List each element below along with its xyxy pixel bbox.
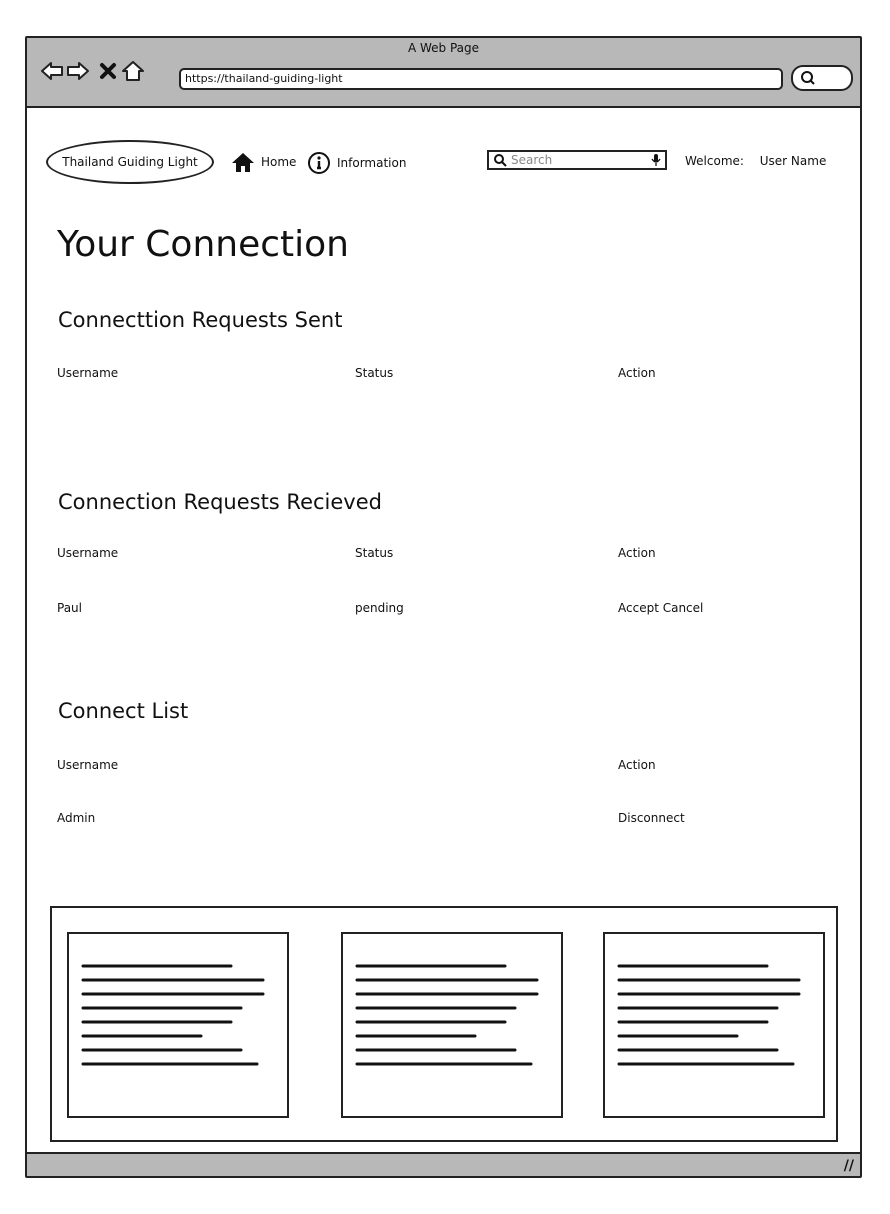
- received-col-status: Status: [355, 546, 394, 560]
- footer-card: [67, 932, 289, 1118]
- nav-home[interactable]: Home: [231, 151, 296, 173]
- placeholder-text-scribble: [617, 964, 801, 1066]
- footer-card: [603, 932, 825, 1118]
- nav-home-label: Home: [261, 155, 297, 169]
- browser-search-button[interactable]: [791, 65, 853, 91]
- connect-row-username: Admin: [57, 811, 96, 825]
- nav-information[interactable]: Information: [307, 151, 406, 175]
- placeholder-text-scribble: [81, 964, 265, 1066]
- received-row-actions[interactable]: Accept Cancel: [618, 601, 703, 615]
- info-icon: [308, 152, 330, 174]
- url-bar[interactable]: https://thailand-guiding-light: [179, 68, 783, 90]
- received-row-status: pending: [355, 601, 404, 615]
- placeholder-text-scribble: [355, 964, 539, 1066]
- sent-col-username: Username: [57, 366, 119, 380]
- sent-requests-heading: Connecttion Requests Sent: [58, 308, 343, 332]
- connect-list-heading: Connect List: [58, 699, 189, 723]
- resize-grip-icon[interactable]: //: [844, 1158, 854, 1174]
- connect-col-username: Username: [57, 758, 119, 772]
- browser-toolbar: A Web Page https://thailand-guiding-ligh…: [27, 38, 860, 108]
- search-placeholder: Search: [511, 153, 553, 167]
- received-col-action: Action: [618, 546, 656, 560]
- stop-icon[interactable]: [95, 58, 121, 84]
- footer: [50, 906, 838, 1142]
- welcome-label: Welcome:: [685, 154, 744, 168]
- window-title: A Web Page: [407, 41, 480, 55]
- footer-card: [341, 932, 563, 1118]
- page-title: Your Connection: [57, 224, 349, 265]
- home-page-icon[interactable]: [120, 58, 146, 84]
- browser-statusbar: //: [27, 1152, 860, 1176]
- microphone-icon[interactable]: [651, 153, 661, 167]
- received-requests-heading: Connection Requests Recieved: [58, 490, 382, 514]
- forward-icon[interactable]: [65, 58, 91, 84]
- nav-information-label: Information: [337, 156, 407, 170]
- welcome-text: Welcome: User Name: [685, 154, 826, 168]
- disconnect-link[interactable]: Disconnect: [618, 811, 685, 825]
- home-icon: [232, 153, 254, 172]
- site-logo[interactable]: Thailand Guiding Light: [46, 140, 214, 184]
- connect-col-action: Action: [618, 758, 656, 772]
- sent-col-status: Status: [355, 366, 394, 380]
- received-row-username: Paul: [57, 601, 82, 615]
- user-name-link[interactable]: User Name: [760, 154, 827, 168]
- back-icon[interactable]: [39, 58, 65, 84]
- received-col-username: Username: [57, 546, 119, 560]
- search-icon: [494, 154, 507, 167]
- sent-col-action: Action: [618, 366, 656, 380]
- magnifier-icon: [801, 71, 815, 85]
- site-search-input[interactable]: Search: [487, 150, 667, 170]
